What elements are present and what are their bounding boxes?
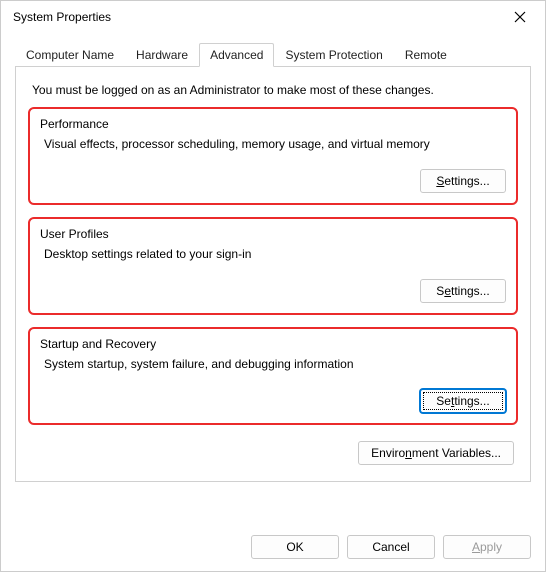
titlebar: System Properties [1,1,545,33]
tab-hardware[interactable]: Hardware [125,43,199,66]
tab-remote[interactable]: Remote [394,43,458,66]
group-startup-actions: Settings... [40,389,506,413]
performance-settings-button[interactable]: Settings... [420,169,506,193]
group-startup-recovery: Startup and Recovery System startup, sys… [28,327,518,425]
window-title: System Properties [13,10,111,24]
tab-system-protection[interactable]: System Protection [274,43,393,66]
tab-strip: Computer Name Hardware Advanced System P… [15,43,531,67]
group-performance-actions: Settings... [40,169,506,193]
group-performance-desc: Visual effects, processor scheduling, me… [44,137,506,151]
startup-settings-button[interactable]: Settings... [420,389,506,413]
tab-body-advanced: You must be logged on as an Administrato… [15,67,531,482]
group-startup-desc: System startup, system failure, and debu… [44,357,506,371]
group-user-profiles-title: User Profiles [40,227,506,241]
intro-text: You must be logged on as an Administrato… [32,83,518,97]
group-user-profiles: User Profiles Desktop settings related t… [28,217,518,315]
environment-variables-row: Environment Variables... [28,437,518,465]
cancel-button[interactable]: Cancel [347,535,435,559]
close-button[interactable] [505,3,535,31]
close-icon [514,11,526,23]
group-performance-title: Performance [40,117,506,131]
group-startup-title: Startup and Recovery [40,337,506,351]
tab-advanced[interactable]: Advanced [199,43,274,67]
ok-button[interactable]: OK [251,535,339,559]
group-user-profiles-actions: Settings... [40,279,506,303]
dialog-content: Computer Name Hardware Advanced System P… [1,33,545,482]
dialog-footer: OK Cancel Apply [251,535,531,559]
apply-button[interactable]: Apply [443,535,531,559]
group-user-profiles-desc: Desktop settings related to your sign-in [44,247,506,261]
environment-variables-button[interactable]: Environment Variables... [358,441,514,465]
tab-computer-name[interactable]: Computer Name [15,43,125,66]
user-profiles-settings-button[interactable]: Settings... [420,279,506,303]
group-performance: Performance Visual effects, processor sc… [28,107,518,205]
